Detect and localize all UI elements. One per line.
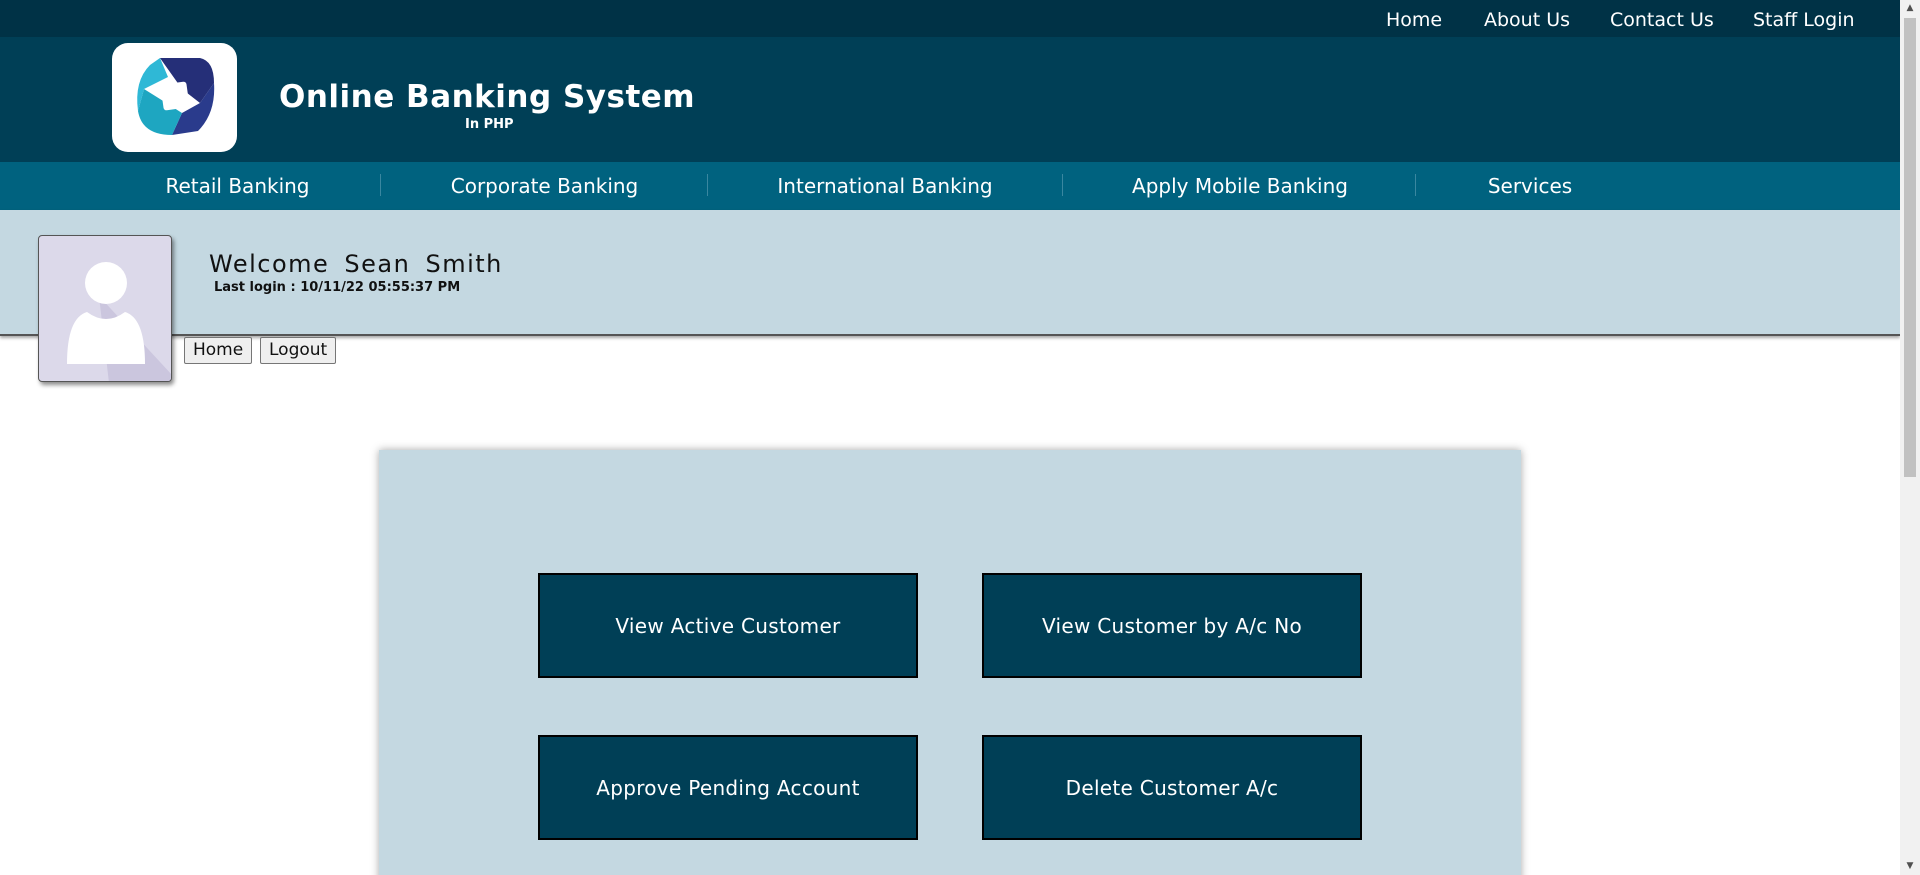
site-subtitle: In PHP	[465, 117, 514, 132]
nav-divider	[1415, 174, 1416, 196]
site-title: Online Banking System	[279, 79, 696, 115]
user-avatar-icon	[67, 262, 171, 381]
nav-divider	[1062, 174, 1063, 196]
nav-apply-mobile-banking[interactable]: Apply Mobile Banking	[1090, 162, 1390, 210]
nav-international-banking[interactable]: International Banking	[735, 162, 1035, 210]
delete-customer-account-button[interactable]: Delete Customer A/c	[982, 735, 1362, 840]
scroll-down-icon[interactable]: ▼	[1900, 858, 1920, 875]
top-link-about-us[interactable]: About Us	[1484, 0, 1570, 37]
nav-retail-banking[interactable]: Retail Banking	[120, 162, 355, 210]
scroll-up-icon[interactable]: ▲	[1900, 0, 1920, 17]
approve-pending-account-button[interactable]: Approve Pending Account	[538, 735, 918, 840]
nav-divider	[380, 174, 381, 196]
top-link-staff-login[interactable]: Staff Login	[1753, 0, 1855, 37]
view-active-customer-button[interactable]: View Active Customer	[538, 573, 918, 678]
nav-divider	[707, 174, 708, 196]
nav-corporate-banking[interactable]: Corporate Banking	[412, 162, 677, 210]
top-link-contact-us[interactable]: Contact Us	[1610, 0, 1714, 37]
view-customer-by-account-button[interactable]: View Customer by A/c No	[982, 573, 1362, 678]
scrollbar-thumb[interactable]	[1904, 18, 1916, 477]
bank-logo-icon	[137, 58, 215, 135]
last-login: Last login : 10/11/22 05:55:37 PM	[214, 280, 461, 295]
welcome-message: Welcome Sean Smith	[209, 250, 503, 278]
user-home-button[interactable]: Home	[184, 337, 253, 364]
staff-action-panel: View Active Customer View Customer by A/…	[379, 450, 1521, 875]
user-avatar	[38, 235, 172, 382]
logout-button[interactable]: Logout	[260, 337, 337, 364]
top-utility-bar: Home About Us Contact Us Staff Login	[0, 0, 1900, 37]
nav-services[interactable]: Services	[1440, 162, 1620, 210]
main-nav: Retail Banking Corporate Banking Interna…	[0, 162, 1900, 210]
page-scrollbar[interactable]: ▲ ▼	[1900, 0, 1920, 875]
top-link-home[interactable]: Home	[1386, 0, 1442, 37]
bank-logo[interactable]	[112, 43, 237, 152]
site-header: Online Banking System In PHP	[0, 37, 1900, 162]
